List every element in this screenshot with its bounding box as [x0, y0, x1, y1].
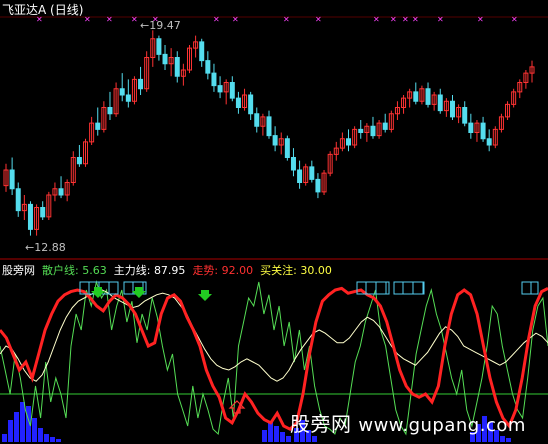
volume-bar — [56, 439, 61, 442]
candle-body — [449, 100, 455, 118]
signal-x-mark: ✕ — [36, 15, 43, 24]
signal-x-mark: ✕ — [477, 15, 484, 24]
main-label: 主力线: — [113, 264, 151, 277]
signal-box — [393, 281, 425, 295]
candle-body — [174, 57, 180, 77]
candle-body — [76, 157, 82, 165]
trend-label: 走势: — [192, 264, 219, 277]
candle-body — [272, 135, 278, 146]
buy-label: 买关注: — [260, 264, 297, 277]
signal-x-mark: ✕ — [84, 15, 91, 24]
retail-label: 散户线: — [42, 264, 79, 277]
candle-body — [125, 94, 131, 102]
candle-body — [480, 122, 486, 140]
candle-body — [235, 97, 241, 108]
candle-body — [413, 91, 419, 102]
candle-body — [15, 188, 21, 212]
volume-bar — [50, 437, 55, 442]
signal-x-mark: ✕ — [437, 15, 444, 24]
stock-chart-window: 飞亚达A (日线) ✕ ✕ ✕ ✕ ✕ ✕ ✕ ✕ ✕ ✕ ✕ ✕ ✕ ✕ ✕ ✕ ←19.47 ←12.88… — [0, 0, 548, 444]
watermark: 股旁网 www.gupang.com — [290, 408, 526, 437]
down-arrow-icon — [132, 287, 146, 298]
high-price-value: 19.47 — [149, 19, 181, 32]
volume-bar — [274, 426, 279, 442]
chart-canvas[interactable]: ✕ ✕ ✕ ✕ ✕ ✕ ✕ ✕ ✕ ✕ ✕ ✕ ✕ ✕ ✕ ✕ — [0, 0, 548, 444]
candle-body — [40, 207, 46, 218]
indicator-legend: 股旁网 散户线: 5.63 主力线: 87.95 走势: 92.00 买关注: … — [2, 262, 332, 278]
signal-x-mark: ✕ — [131, 15, 138, 24]
candle-body — [284, 138, 290, 158]
candle-body — [138, 78, 144, 90]
candle-body — [266, 116, 272, 137]
candle-body — [486, 138, 492, 146]
candle-body — [229, 82, 235, 99]
signal-x-mark: ✕ — [283, 15, 290, 24]
volume-bar — [268, 422, 273, 442]
volume-bar — [262, 430, 267, 442]
candle-body — [119, 88, 125, 96]
candle-body — [370, 125, 376, 137]
candle-body — [217, 85, 223, 93]
volume-bar — [32, 418, 37, 442]
signal-x-mark: ✕ — [213, 15, 220, 24]
high-price-label: ←19.47 — [140, 19, 181, 32]
signal-x-mark: ✕ — [412, 15, 419, 24]
indicator-name: 股旁网 — [2, 264, 35, 277]
candle-body — [107, 107, 113, 115]
candle-body — [162, 53, 168, 65]
candle-body — [254, 113, 260, 127]
signal-x-mark: ✕ — [315, 15, 322, 24]
candle-body — [248, 94, 254, 115]
down-arrow-icon — [198, 290, 212, 301]
candle-body — [211, 72, 217, 87]
signal-box — [521, 281, 539, 295]
candle-body — [297, 169, 303, 183]
volume-bar — [44, 434, 49, 442]
candle-body — [9, 169, 15, 190]
signal-x-mark: ✕ — [232, 15, 239, 24]
candle-body — [468, 122, 474, 133]
candle-body — [58, 188, 64, 196]
low-price-value: 12.88 — [34, 241, 66, 254]
watermark-url: www.gupang.com — [358, 415, 526, 436]
candle-body — [95, 122, 101, 130]
candle-body — [290, 157, 296, 171]
volume-bar — [20, 402, 25, 442]
trend-value: 92.00 — [221, 264, 254, 277]
candle-body — [156, 38, 162, 55]
candle-body — [382, 122, 388, 130]
main-line — [0, 289, 548, 382]
candle-body — [199, 41, 205, 62]
signal-x-mark: ✕ — [390, 15, 397, 24]
volume-bar — [8, 420, 13, 442]
volume-bar — [2, 434, 7, 442]
low-price-label: ←12.88 — [25, 241, 66, 254]
candle-body — [205, 60, 211, 74]
volume-bar — [280, 432, 285, 442]
candle-body — [315, 178, 321, 193]
volume-bar — [14, 412, 19, 442]
volume-bar — [38, 428, 43, 442]
candle-body — [27, 203, 33, 230]
volume-bar — [506, 438, 511, 442]
buy-value: 30.00 — [300, 264, 332, 277]
main-value: 87.95 — [153, 264, 186, 277]
retail-value: 5.63 — [82, 264, 107, 277]
signal-x-mark: ✕ — [402, 15, 409, 24]
watermark-text: 股旁网 — [290, 412, 359, 436]
signal-x-mark: ✕ — [106, 15, 113, 24]
candle-body — [358, 128, 364, 133]
candle-body — [425, 88, 431, 105]
signal-x-mark: ✕ — [373, 15, 380, 24]
candle-body — [462, 107, 468, 124]
candle-body — [437, 94, 443, 112]
candle-body — [346, 138, 352, 146]
signal-x-mark: ✕ — [511, 15, 518, 24]
candle-body — [309, 166, 315, 180]
